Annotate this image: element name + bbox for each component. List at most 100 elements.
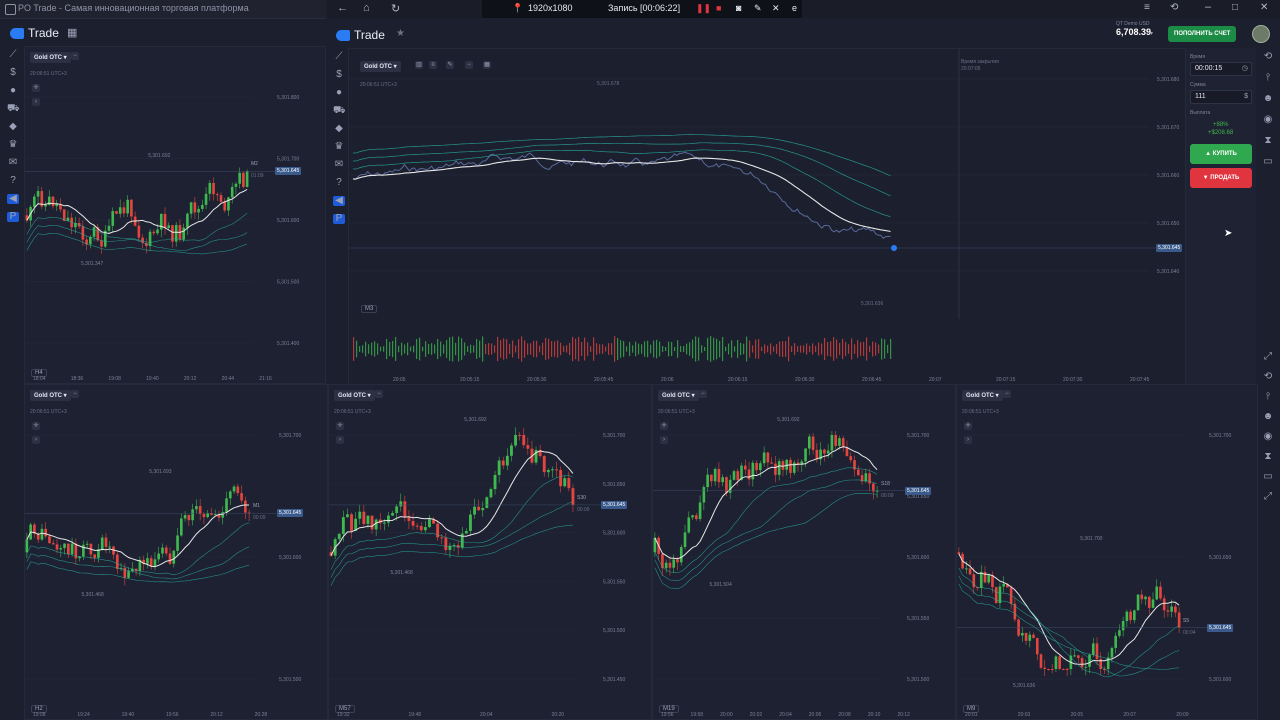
chart-canvas[interactable]: 5,301.700 5,301.600 5,301.500 19:08 19:24 19:…: [25, 385, 327, 719]
avatar[interactable]: [1252, 25, 1270, 43]
menu-icon[interactable]: ≡: [1144, 2, 1150, 13]
histogram-bar: [503, 338, 505, 360]
camera-icon[interactable]: ◙: [736, 3, 741, 13]
signals-icon[interactable]: ◉: [1262, 115, 1274, 125]
candle: [341, 517, 345, 534]
users-icon[interactable]: ☻: [1262, 94, 1274, 104]
stop-icon[interactable]: ■: [716, 3, 721, 13]
back-icon[interactable]: ←: [337, 2, 348, 14]
chart-panel[interactable]: Gold OTC ▾ −20:06:51 UTC+3 ✛ › M57 5,301.700 5…: [328, 384, 652, 720]
candle: [1047, 669, 1050, 670]
megaphone-icon[interactable]: ◀: [333, 196, 345, 206]
signals-icon[interactable]: ◉: [1262, 432, 1274, 442]
expand-icon[interactable]: ⤢: [1262, 352, 1274, 362]
maximize-icon[interactable]: □: [1232, 2, 1238, 13]
recorder-pin-icon[interactable]: 📍: [512, 3, 523, 14]
histogram-bar: [494, 345, 496, 353]
chart-canvas[interactable]: 5,301.800 5,301.700 5,301.600 5,301.500 5,30…: [25, 47, 325, 383]
help-icon[interactable]: ?: [333, 178, 345, 188]
chart-canvas[interactable]: 5,301.700 5,301.650 5,301.600 20:01 20:03 20:…: [957, 385, 1257, 719]
histogram-bar: [764, 344, 766, 354]
currency-icon[interactable]: $: [1244, 91, 1248, 103]
main-app-logo[interactable]: Trade: [336, 28, 385, 42]
candle: [841, 438, 845, 448]
histogram-bar: [578, 336, 580, 362]
trophy-icon[interactable]: ♛: [333, 142, 345, 152]
chart-panel[interactable]: Gold OTC ▾ −20:06:51 UTC+3 ✛ › H4 5,301.800 5,…: [24, 46, 326, 384]
balance-dropdown-icon[interactable]: ▾: [1150, 30, 1153, 37]
candle: [497, 460, 501, 475]
moving-average-line: [26, 561, 250, 583]
left-app-logo[interactable]: Trade: [10, 26, 59, 40]
chart-panel[interactable]: Gold OTC ▾ −20:06:51 UTC+3 ✛ › M9 5,301.700 5,…: [956, 384, 1258, 720]
chart-canvas[interactable]: 5,301.700 5,301.650 5,301.600 5,301.550 5,30…: [653, 385, 955, 719]
user-icon[interactable]: ●: [7, 86, 19, 96]
clock-icon[interactable]: ◷: [1242, 63, 1248, 75]
dollar-icon[interactable]: $: [7, 68, 19, 78]
settings-icon[interactable]: ▭: [1262, 157, 1274, 167]
deposit-button[interactable]: ПОПОЛНИТЬ СЧЕТ: [1168, 26, 1237, 42]
left-window-title: PO Trade - Самая инновационная торговая …: [18, 3, 249, 13]
chart-panel[interactable]: Gold OTC ▾ −20:06:51 UTC+3 ✛ › H2 5,301.700 5,…: [24, 384, 328, 720]
platform-icon[interactable]: P: [333, 214, 345, 224]
candle: [382, 522, 386, 524]
time-tick-label: 19:58: [691, 712, 704, 718]
indicators-icon[interactable]: ⫯: [1262, 73, 1274, 83]
moving-average-line: [654, 493, 878, 590]
expand-icon[interactable]: ⤢: [1262, 492, 1274, 502]
candle: [1151, 599, 1155, 608]
buy-button[interactable]: ▲ КУПИТЬ: [1190, 144, 1252, 164]
candle: [777, 461, 781, 475]
cart-icon[interactable]: ⛟: [333, 106, 346, 116]
main-chart-canvas[interactable]: 5,301.680 5,301.670 5,301.660 5,301.650 5,30…: [349, 49, 1185, 385]
users-icon[interactable]: ☻: [1262, 412, 1274, 422]
candle: [728, 479, 732, 493]
histogram-bar: [623, 341, 625, 357]
chart-canvas[interactable]: 5,301.700 5,301.650 5,301.600 5,301.550 5,30…: [329, 385, 651, 719]
pen-icon[interactable]: ✎: [754, 3, 762, 14]
settings-icon[interactable]: ▭: [1262, 472, 1274, 482]
chart-icon[interactable]: ⟋: [333, 52, 345, 62]
candle: [1058, 656, 1061, 669]
minimize-icon[interactable]: –: [1205, 1, 1211, 13]
cart-icon[interactable]: ⛟: [7, 104, 20, 114]
chat-icon[interactable]: ✉: [333, 160, 345, 170]
trophy-icon[interactable]: ♛: [7, 140, 19, 150]
hourglass-icon[interactable]: ⧗: [1262, 136, 1274, 146]
histogram-bar: [815, 345, 817, 353]
main-chart[interactable]: Gold OTC ▾ ▥ ≡ ✎ − ▦ 20:06:51 UTC+3 Врем…: [348, 48, 1186, 386]
history-icon[interactable]: ⟲: [1262, 52, 1274, 62]
home-icon[interactable]: ⌂: [363, 2, 370, 14]
hourglass-icon[interactable]: ⧗: [1262, 452, 1274, 462]
sell-button[interactable]: ▼ ПРОДАТЬ: [1190, 168, 1252, 188]
megaphone-icon[interactable]: ◀: [7, 194, 19, 204]
favorite-star-icon[interactable]: ★: [396, 28, 405, 39]
extensions-icon[interactable]: ⟲: [1170, 2, 1178, 13]
candle: [127, 571, 130, 578]
close-window-icon[interactable]: ✕: [1260, 2, 1268, 13]
diamond-icon[interactable]: ◆: [7, 122, 19, 132]
candle: [559, 470, 563, 487]
candle: [1073, 655, 1076, 657]
amount-field[interactable]: 111 $: [1190, 90, 1252, 104]
history-icon[interactable]: ⟲: [1262, 372, 1274, 382]
dollar-icon[interactable]: $: [333, 70, 345, 80]
chart-panel[interactable]: Gold OTC ▾ −20:06:51 UTC+3 ✛ › M19 5,301.700 5…: [652, 384, 956, 720]
platform-icon[interactable]: P: [7, 212, 19, 222]
diamond-icon[interactable]: ◆: [333, 124, 345, 134]
account-info[interactable]: QT Demo USD 6,708.39: [1116, 21, 1160, 37]
close-recorder-icon[interactable]: ✕: [772, 3, 780, 14]
candle: [55, 204, 59, 207]
chart-icon[interactable]: ⟋: [7, 50, 19, 60]
user-icon[interactable]: ●: [333, 88, 345, 98]
indicators-icon[interactable]: ⫯: [1262, 392, 1274, 402]
reload-icon[interactable]: ↻: [391, 2, 400, 15]
pause-icon[interactable]: ❚❚: [696, 3, 711, 14]
chat-icon[interactable]: ✉: [7, 158, 19, 168]
histogram-bar: [611, 343, 613, 355]
countdown-timeframe: M1: [253, 503, 260, 510]
help-icon[interactable]: ?: [7, 176, 19, 186]
time-field[interactable]: 00:00:15 ◷: [1190, 62, 1252, 76]
layout-grid-icon[interactable]: ▦: [67, 26, 77, 39]
candle: [811, 436, 815, 450]
